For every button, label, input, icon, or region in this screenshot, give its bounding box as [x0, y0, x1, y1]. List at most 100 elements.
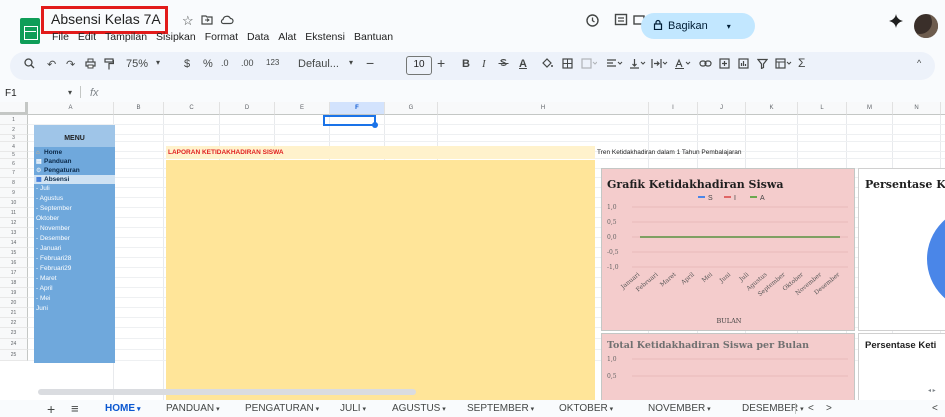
avatar[interactable] — [914, 14, 938, 38]
gemini-icon[interactable] — [889, 14, 903, 32]
monthly-total-chart[interactable]: Total Ketidakhadiran Siswa per Bulan 1,0… — [601, 333, 855, 402]
menu-item-januari[interactable]: - Januari — [34, 244, 115, 254]
tab-juli[interactable]: JULI ▾ — [340, 403, 366, 414]
functions-button[interactable]: Σ — [798, 56, 805, 70]
name-box[interactable]: F1 — [5, 88, 17, 99]
all-sheets-button[interactable]: ≡ — [71, 401, 79, 416]
column-header-c[interactable]: C — [164, 102, 220, 115]
text-wrapping-icon[interactable] — [651, 58, 669, 72]
menu-item-desember[interactable]: - Desember — [34, 234, 115, 244]
column-header-m[interactable]: M — [847, 102, 893, 115]
row-header-3[interactable]: 3 — [0, 135, 28, 142]
percent-format-button[interactable]: % — [203, 58, 213, 70]
vertical-align-icon[interactable] — [629, 58, 647, 72]
font-select[interactable]: Defaul... — [298, 58, 339, 70]
row-header-16[interactable]: 16 — [0, 258, 28, 268]
row-header-8[interactable]: 8 — [0, 178, 28, 188]
row-header-19[interactable]: 19 — [0, 288, 28, 298]
scroll-arrows-icon[interactable]: ◂ ▸ — [928, 387, 936, 394]
menu-sisipkan[interactable]: Sisipkan — [156, 31, 196, 43]
row-header-17[interactable]: 17 — [0, 268, 28, 278]
tab-agustus[interactable]: AGUSTUS ▾ — [392, 403, 446, 414]
menu-bantuan[interactable]: Bantuan — [354, 31, 393, 43]
column-header-h[interactable]: H — [438, 102, 649, 115]
font-size-input[interactable]: 10 — [406, 56, 432, 75]
redo-icon[interactable]: ↷ — [66, 58, 75, 71]
menu-item-februari28[interactable]: - Februari28 — [34, 254, 115, 264]
sheets-logo-icon[interactable] — [20, 18, 40, 44]
horizontal-scrollbar[interactable] — [38, 389, 416, 395]
column-header-l[interactable]: L — [798, 102, 847, 115]
document-title[interactable]: Absensi Kelas 7A — [51, 11, 161, 27]
history-icon[interactable] — [585, 13, 600, 32]
chevron-down-icon[interactable]: ▾ — [68, 88, 72, 97]
text-rotation-icon[interactable] — [674, 58, 692, 72]
increase-decimal-button[interactable]: .00 — [241, 58, 254, 68]
row-header-20[interactable]: 20 — [0, 298, 28, 308]
menu-item-november[interactable]: - November — [34, 224, 115, 234]
row-header-4[interactable]: 4 — [0, 142, 28, 152]
menu-file[interactable]: File — [52, 31, 69, 43]
tab-panduan[interactable]: PANDUAN ▾ — [166, 403, 220, 414]
row-header-6[interactable]: 6 — [0, 159, 28, 169]
row-header-23[interactable]: 23 — [0, 328, 28, 339]
currency-format-button[interactable]: $ — [184, 58, 190, 70]
row-header-11[interactable]: 11 — [0, 208, 28, 218]
column-header-n[interactable]: N — [893, 102, 941, 115]
row-header-18[interactable]: 18 — [0, 278, 28, 288]
zoom-select[interactable]: 75% — [126, 58, 148, 70]
row-header-1[interactable]: 1 — [0, 115, 28, 125]
print-icon[interactable] — [85, 58, 96, 72]
cloud-status-icon[interactable] — [220, 13, 234, 28]
column-header-a[interactable]: A — [28, 102, 114, 115]
tab-pengaturan[interactable]: PENGATURAN ▾ — [245, 403, 319, 414]
tab-november[interactable]: NOVEMBER ▾ — [648, 403, 711, 414]
menu-item-agustus[interactable]: - Agustus — [34, 194, 115, 204]
row-header-14[interactable]: 14 — [0, 238, 28, 248]
menu-item-juli[interactable]: - Juli — [34, 184, 115, 194]
collapse-tabs-button[interactable]: < — [932, 403, 938, 414]
menu-item-mei[interactable]: - Mei — [34, 294, 115, 304]
row-header-13[interactable]: 13 — [0, 228, 28, 238]
column-header-f[interactable]: F — [330, 102, 385, 115]
menu-item-september[interactable]: - September — [34, 204, 115, 214]
filter-icon[interactable] — [756, 58, 769, 72]
menu-item-oktober[interactable]: Oktober — [34, 214, 115, 224]
move-to-folder-icon[interactable] — [201, 13, 213, 28]
paint-format-icon[interactable] — [104, 58, 115, 73]
column-header-d[interactable]: D — [220, 102, 275, 115]
insert-link-icon[interactable] — [699, 58, 712, 72]
row-header-5[interactable]: 5 — [0, 152, 28, 159]
selected-cell-f1[interactable] — [323, 115, 376, 126]
column-header-e[interactable]: E — [275, 102, 330, 115]
strikethrough-icon[interactable] — [498, 58, 509, 72]
chevron-down-icon[interactable]: ▾ — [349, 58, 353, 67]
row-header-25[interactable]: 25 — [0, 350, 28, 361]
column-header-b[interactable]: B — [114, 102, 164, 115]
menu-item-absensi[interactable]: ▦ Absensi — [34, 175, 115, 184]
tab-september[interactable]: SEPTEMBER ▾ — [467, 403, 534, 414]
horizontal-align-icon[interactable] — [606, 58, 624, 72]
menu-item-april[interactable]: - April — [34, 284, 115, 294]
tab-home[interactable]: HOME ▾ — [105, 403, 140, 414]
row-header-24[interactable]: 24 — [0, 339, 28, 350]
merge-cells-icon[interactable] — [581, 58, 598, 72]
italic-button[interactable]: I — [482, 58, 486, 70]
menu-ekstensi[interactable]: Ekstensi — [305, 31, 345, 43]
tab-oktober[interactable]: OKTOBER ▾ — [559, 403, 613, 414]
insert-chart-icon[interactable] — [738, 58, 749, 72]
increase-font-size-button[interactable]: + — [437, 55, 445, 71]
column-header-i[interactable]: I — [649, 102, 698, 115]
row-header-15[interactable]: 15 — [0, 248, 28, 258]
menu-item-juni[interactable]: Juni — [34, 304, 115, 314]
menu-data[interactable]: Data — [247, 31, 269, 43]
menu-item-maret[interactable]: - Maret — [34, 274, 115, 284]
menu-tampilan[interactable]: Tampilan — [105, 31, 147, 43]
borders-icon[interactable] — [562, 58, 573, 72]
search-menus-icon[interactable] — [24, 58, 35, 72]
decrease-decimal-button[interactable]: .0 — [221, 58, 229, 68]
menu-item-panduan[interactable]: ▤ Panduan — [34, 157, 115, 166]
select-all-corner[interactable] — [0, 102, 28, 115]
next-tabs-button[interactable]: > — [826, 403, 832, 414]
chevron-down-icon[interactable]: ▾ — [156, 58, 160, 67]
